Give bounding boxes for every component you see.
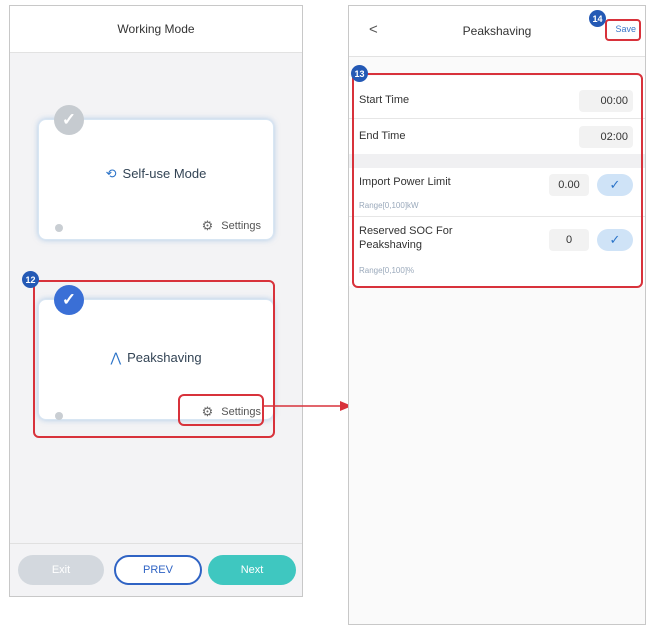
prev-button[interactable]: PREV [114,555,202,585]
page-title: Working Mode [117,22,195,36]
gear-icon: ⚙ [201,218,214,233]
page-title: Peakshaving [462,24,532,38]
step-marker-14: 14 [589,10,606,27]
exit-button[interactable]: Exit [18,555,104,585]
footer-bar: Exit PREV Next [10,543,302,596]
step-marker-13: 13 [351,65,368,82]
sync-icon: ⟲ [105,166,117,181]
next-button[interactable]: Next [208,555,296,585]
back-button[interactable]: < [369,21,378,38]
step-marker-12: 12 [22,271,39,288]
arrow-connector [264,401,352,411]
settings-button-self-use[interactable]: ⚙ Settings [202,218,261,234]
highlight-settings-button [178,394,264,426]
highlight-settings-form [352,73,643,288]
highlight-save-button [605,19,641,41]
header: Working Mode [10,6,302,53]
unselected-check-icon: ✓ [54,105,84,135]
radio-dot[interactable] [55,224,63,232]
mode-card-self-use[interactable]: ✓ ⟲ Self-use Mode ⚙ Settings [38,105,274,240]
mode-title-self-use: ⟲ Self-use Mode [105,166,207,181]
